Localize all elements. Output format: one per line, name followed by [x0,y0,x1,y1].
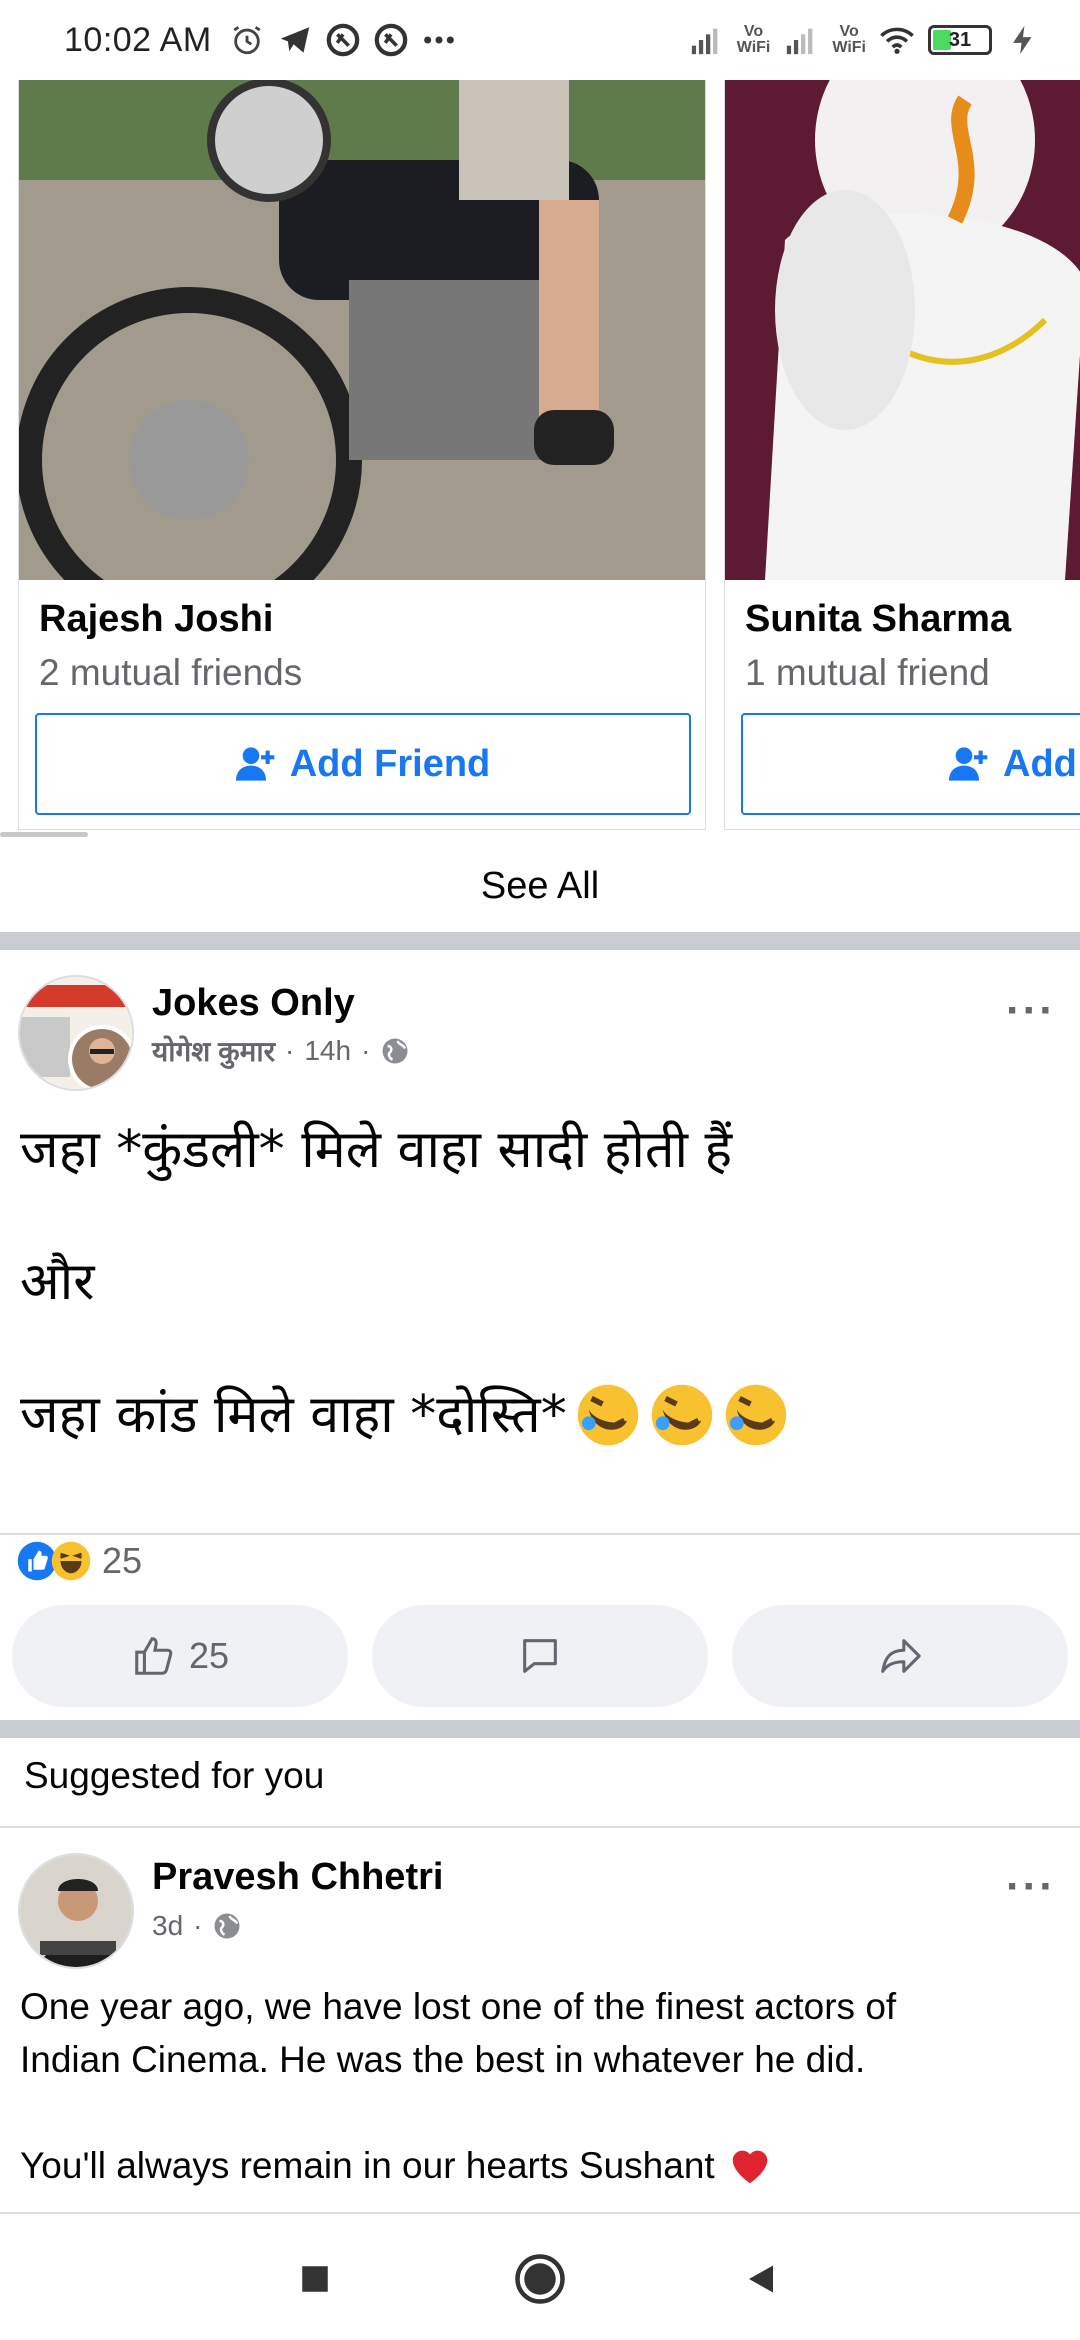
friend-name[interactable]: Rajesh Joshi [39,598,273,641]
more-icon [423,36,454,44]
post-text-line-with-emoji: जहा कांड मिले वाहा *दोस्ति* [20,1382,789,1448]
motorcycle-photo [19,80,705,580]
profile-photo[interactable] [19,80,705,580]
wifi-icon [880,27,914,54]
meta-separator: · [361,1035,371,1066]
post-text-line: जहा कांड मिले वाहा *दोस्ति* [20,1385,567,1445]
status-right-icons: Vo WiFi Vo WiFi 31 [689,23,1040,57]
page-avatar-image [20,977,132,1089]
post-meta: योगेश कुमार · 14h · [152,1032,410,1070]
add-friend-icon [949,747,988,781]
post-author[interactable]: योगेश कुमार [152,1032,275,1070]
recents-button[interactable] [280,2244,350,2314]
add-friend-icon [235,747,275,781]
share-button[interactable] [732,1605,1068,1707]
divider-line [0,1533,1080,1535]
profile-photo[interactable] [725,80,1080,580]
rofl-emoji-icon [577,1384,638,1446]
suggested-label: Suggested for you [24,1755,325,1796]
comment-icon [523,1639,557,1673]
notification-icon [326,23,359,57]
signal-icon [787,28,813,55]
heart-emoji-icon [732,2150,767,2183]
post-options-icon[interactable]: ··· [1006,986,1056,1036]
meta-separator: · [193,1910,203,1941]
friend-name[interactable]: Sunita Sharma [745,598,1011,641]
telegram-icon [280,27,309,53]
notification-icon [374,23,407,57]
haha-icon [51,1541,91,1581]
post-text-line: और [20,1252,95,1312]
square-icon [302,2266,328,2292]
meta-separator: · [285,1035,295,1066]
page-name[interactable]: Jokes Only [152,982,355,1025]
section-divider [0,932,1080,950]
home-button[interactable] [505,2244,575,2314]
friend-suggestion-card[interactable]: Sunita Sharma 1 mutual friend Add Friend [724,80,1080,830]
status-bar: 10:02 AM Vo WiFi Vo WiFi 31 [0,0,1080,80]
post-time[interactable]: 14h [304,1035,351,1067]
share-icon [881,1639,921,1673]
rofl-emoji-icon [651,1384,712,1446]
add-friend-button[interactable]: Add Friend [35,713,691,815]
post-body: One year ago, we have lost one of the fi… [20,1980,1060,2192]
like-count: 25 [188,1635,230,1676]
carousel-scroll-indicator [0,832,88,837]
battery-icon: 31 [928,25,992,55]
post-text-line: Indian Cinema. He was the best in whatev… [20,2039,866,2080]
globe-icon [214,1913,240,1939]
add-friend-label: Add Friend [289,742,491,785]
author-name[interactable]: Pravesh Chhetri [152,1856,443,1899]
add-friend-label: Add Friend [1003,742,1080,785]
divider-line [0,1826,1080,1828]
circle-icon [515,2254,565,2304]
back-button[interactable] [726,2244,796,2314]
signal-icon [691,28,718,55]
post-meta: 3d · [152,1910,242,1942]
author-avatar[interactable] [18,1853,134,1969]
rofl-emoji-icon [725,1384,786,1446]
comment-button[interactable] [372,1605,708,1707]
system-navigation-bar [0,2212,1080,2340]
vowifi-icon: Vo WiFi [736,23,771,56]
battery-level: 31 [948,28,972,51]
post-text-line: You'll always remain in our hearts Susha… [20,2145,715,2186]
page-avatar[interactable] [18,975,134,1091]
people-you-may-know-carousel[interactable]: Rajesh Joshi 2 mutual friends Add Friend… [0,80,1080,840]
charging-icon [1013,25,1032,55]
vowifi-icon: Vo WiFi [832,23,866,56]
reaction-count: 25 [102,1540,143,1581]
back-triangle-icon [749,2265,773,2293]
mutual-friends: 2 mutual friends [39,652,303,693]
thumbs-up-icon [135,1637,173,1675]
author-avatar-image [20,1855,132,1967]
like-button[interactable]: 25 [12,1605,348,1707]
post-options-icon[interactable]: ··· [1006,1862,1056,1912]
reaction-summary[interactable]: 25 [16,1540,142,1582]
mutual-friends: 1 mutual friend [745,652,990,693]
globe-icon [382,1038,408,1064]
post-time[interactable]: 3d [152,1910,183,1942]
post-text-line: जहा *कुंडली* मिले वाहा सादी होती हैं [20,1120,733,1180]
statue-photo [725,80,1080,580]
friend-suggestion-card[interactable]: Rajesh Joshi 2 mutual friends Add Friend [18,80,706,830]
alarm-icon [233,26,261,55]
section-divider [0,1720,1080,1738]
add-friend-button[interactable]: Add Friend [741,713,1080,815]
status-time: 10:02 AM [64,20,212,59]
status-left-icons [230,23,456,57]
post-text-line: One year ago, we have lost one of the fi… [20,1986,897,2027]
see-all-button[interactable]: See All [0,840,1080,932]
